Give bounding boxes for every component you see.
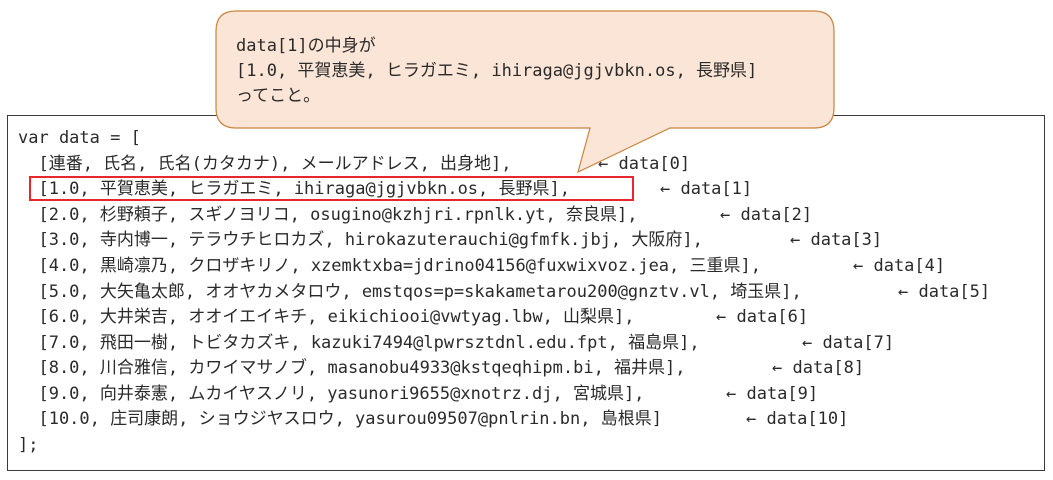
callout-line-3: ってこと。: [236, 86, 321, 106]
callout-line-2: [1.0, 平賀恵美, ヒラガエミ, ihiraga@jgjvbkn.os, 長…: [236, 61, 758, 81]
callout-line-1: data[1]の中身が: [236, 36, 376, 56]
callout-text: data[1]の中身が [1.0, 平賀恵美, ヒラガエミ, ihiraga@j…: [236, 34, 757, 109]
